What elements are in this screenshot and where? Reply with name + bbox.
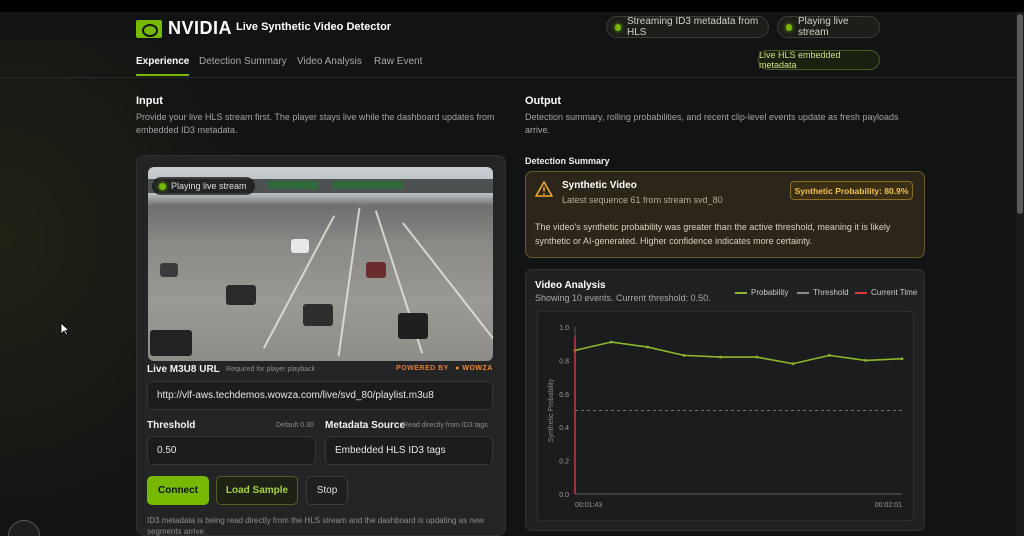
stop-button[interactable]: Stop bbox=[306, 476, 348, 505]
tab-raw-event[interactable]: Raw Event bbox=[374, 56, 422, 67]
video-car bbox=[150, 330, 192, 356]
app-header: NVIDIA Live Synthetic Video Detector Str… bbox=[0, 12, 1016, 48]
legend-threshold-label: Threshold bbox=[813, 288, 849, 297]
video-sign bbox=[268, 181, 318, 189]
x-tick-label: 00:01:43 bbox=[575, 502, 602, 509]
m3u8-url-value: http://vlf-aws.techdemos.wowza.com/live/… bbox=[157, 390, 434, 401]
video-analysis-title: Video Analysis bbox=[535, 280, 606, 291]
nvidia-eye-icon bbox=[136, 19, 162, 38]
legend-probability: Probability bbox=[735, 288, 788, 297]
browser-top-strip bbox=[0, 0, 1024, 12]
x-tick-label: 00:02:01 bbox=[875, 502, 902, 509]
video-car bbox=[291, 239, 309, 253]
probability-point bbox=[864, 359, 868, 362]
input-description: Provide your live HLS stream first. The … bbox=[136, 112, 495, 135]
wowza-logo-icon: ● bbox=[455, 365, 460, 372]
alert-subtitle: Latest sequence 61 from stream svd_80 bbox=[562, 195, 723, 205]
load-sample-button[interactable]: Load Sample bbox=[216, 476, 298, 505]
hls-status-pill: Streaming ID3 metadata from HLS bbox=[606, 16, 769, 38]
tab-video-analysis[interactable]: Video Analysis bbox=[297, 56, 362, 67]
url-hint: Required for player playback bbox=[226, 366, 316, 373]
logo-text: NVIDIA bbox=[168, 18, 233, 38]
threshold-input[interactable]: 0.50 bbox=[147, 436, 316, 465]
url-label: Live M3U8 URL bbox=[147, 364, 220, 375]
live-dot-icon bbox=[159, 182, 166, 190]
alert-title: Synthetic Video bbox=[562, 180, 637, 191]
metadata-source-hint: Read directly from ID3 tags bbox=[403, 422, 488, 429]
threshold-hint: Default 0.30 bbox=[276, 422, 314, 429]
nvidia-logo[interactable]: NVIDIA bbox=[136, 18, 232, 39]
synthetic-probability-badge: Synthetic Probability: 80.9% bbox=[790, 181, 913, 200]
y-tick-label: 0.6 bbox=[559, 392, 569, 399]
legend-current-time-swatch bbox=[855, 291, 867, 294]
video-lane bbox=[262, 215, 336, 349]
y-tick-label: 0.4 bbox=[559, 425, 569, 432]
status-dot-icon bbox=[786, 23, 792, 31]
y-tick-label: 0.8 bbox=[559, 358, 569, 365]
output-description: Detection summary, rolling probabilities… bbox=[525, 112, 899, 135]
probability-point bbox=[900, 357, 904, 361]
live-status-text: Playing live stream bbox=[798, 16, 849, 38]
warning-icon bbox=[535, 181, 553, 197]
video-analysis-subtitle: Showing 10 events. Current threshold: 0.… bbox=[535, 293, 711, 303]
y-tick-label: 0.0 bbox=[559, 492, 569, 499]
metadata-status-note: ID3 metadata is being read directly from… bbox=[147, 516, 485, 536]
metadata-source-value: Embedded HLS ID3 tags bbox=[335, 445, 446, 456]
tab-experience[interactable]: Experience bbox=[136, 56, 190, 76]
output-heading: Output bbox=[525, 95, 562, 107]
legend-current-time: Current Time bbox=[855, 288, 917, 297]
probability-point bbox=[791, 362, 795, 366]
video-car bbox=[398, 313, 428, 339]
scrollbar-thumb[interactable] bbox=[1017, 14, 1023, 214]
powered-by-text: POWERED BY bbox=[396, 365, 449, 372]
probability-point bbox=[682, 353, 686, 357]
threshold-label: Threshold bbox=[147, 420, 196, 431]
threshold-value: 0.50 bbox=[157, 445, 177, 456]
video-sign bbox=[333, 181, 403, 189]
alert-explanation: The video's synthetic probability was gr… bbox=[535, 222, 891, 246]
video-lane bbox=[337, 207, 361, 357]
tab-bar: Experience Detection Summary Video Analy… bbox=[0, 48, 1016, 78]
probability-point bbox=[827, 353, 831, 357]
probability-point bbox=[609, 340, 613, 344]
video-car bbox=[160, 263, 178, 277]
video-car bbox=[303, 304, 333, 326]
metadata-mode-badge: Live HLS embedded metadata bbox=[758, 50, 880, 70]
video-player[interactable]: Playing live stream bbox=[148, 167, 493, 361]
hls-status-text: Streaming ID3 metadata from HLS bbox=[627, 16, 759, 38]
probability-point bbox=[755, 355, 759, 359]
metadata-source-label: Metadata Source bbox=[325, 420, 406, 431]
powered-by-wowza: POWERED BY ● WOWZA bbox=[396, 365, 493, 372]
video-car bbox=[226, 285, 256, 305]
input-heading: Input bbox=[136, 95, 163, 107]
video-live-badge: Playing live stream bbox=[152, 177, 255, 195]
video-car bbox=[366, 262, 386, 278]
mouse-cursor-icon bbox=[60, 322, 70, 336]
wowza-brand: WOWZA bbox=[462, 365, 493, 372]
tab-detection-summary[interactable]: Detection Summary bbox=[199, 56, 287, 67]
app-title: Live Synthetic Video Detector bbox=[236, 21, 392, 33]
legend-threshold: Threshold bbox=[797, 288, 849, 297]
m3u8-url-input[interactable]: http://vlf-aws.techdemos.wowza.com/live/… bbox=[147, 381, 493, 410]
legend-current-time-label: Current Time bbox=[871, 288, 918, 297]
legend-threshold-swatch bbox=[797, 291, 809, 294]
probability-chart: 0.0 0.2 0.4 0.6 0.8 1.0 Synthetic Probability 0… bbox=[548, 325, 904, 509]
y-tick-label: 0.2 bbox=[559, 459, 569, 466]
video-badge-text: Playing live stream bbox=[171, 181, 247, 191]
probability-point bbox=[718, 355, 722, 359]
live-status-pill: Playing live stream bbox=[777, 16, 880, 38]
detection-summary-title: Detection Summary bbox=[525, 156, 610, 166]
metadata-source-select[interactable]: Embedded HLS ID3 tags bbox=[325, 436, 493, 465]
probability-line bbox=[574, 341, 903, 365]
y-axis-label: Synthetic Probability bbox=[548, 378, 555, 442]
status-dot-icon bbox=[615, 23, 622, 31]
legend-probability-swatch bbox=[735, 291, 747, 294]
probability-point bbox=[646, 345, 650, 349]
legend-probability-label: Probability bbox=[751, 288, 789, 297]
connect-button[interactable]: Connect bbox=[147, 476, 209, 505]
y-tick-label: 1.0 bbox=[559, 325, 569, 332]
